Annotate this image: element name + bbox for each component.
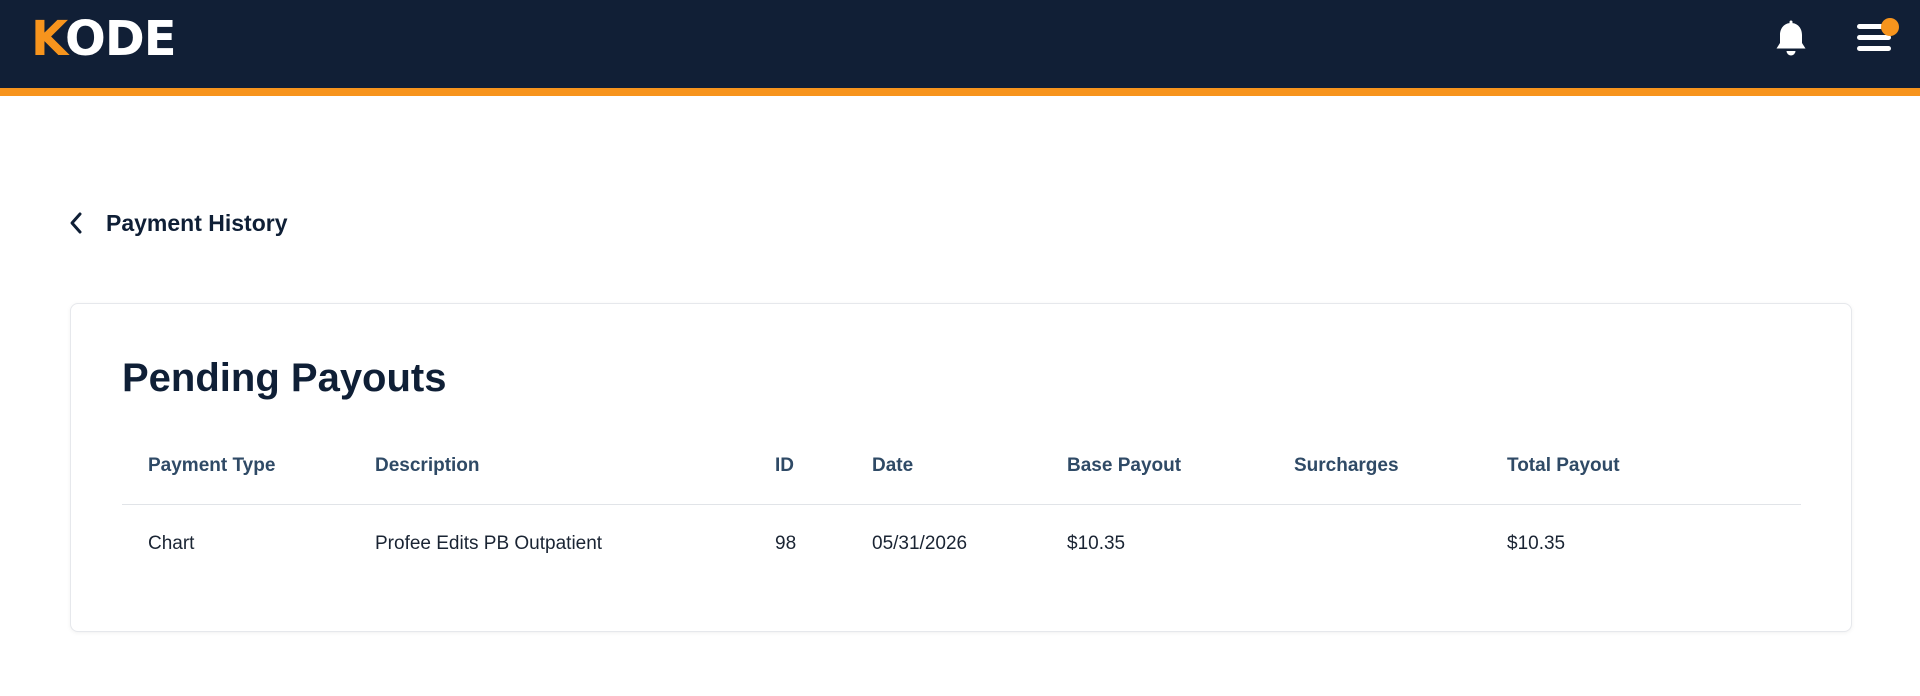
- pending-payouts-card: Pending Payouts Payment Type Description…: [70, 303, 1852, 632]
- notification-dot: [1881, 18, 1899, 36]
- column-header-payment-type: Payment Type: [122, 428, 375, 505]
- kode-logo[interactable]: KODE: [31, 14, 176, 64]
- table-row[interactable]: Chart Profee Edits PB Outpatient 98 05/3…: [122, 504, 1801, 584]
- column-header-total-payout: Total Payout: [1507, 428, 1801, 505]
- cell-date: 05/31/2026: [872, 533, 968, 555]
- top-navbar: KODE: [0, 0, 1920, 96]
- column-header-base-payout: Base Payout: [1067, 428, 1294, 505]
- column-header-surcharges: Surcharges: [1294, 428, 1507, 505]
- column-header-id: ID: [775, 428, 872, 505]
- cell-payment-type: Chart: [148, 533, 195, 555]
- column-header-date: Date: [872, 428, 1067, 505]
- header-accent-bar: [0, 88, 1920, 96]
- bell-icon[interactable]: [1774, 20, 1808, 58]
- cell-description: Profee Edits PB Outpatient: [375, 533, 603, 555]
- cell-total-payout: $10.35: [1507, 533, 1566, 555]
- cell-id: 98: [775, 533, 797, 555]
- hamburger-menu-icon[interactable]: [1855, 16, 1901, 58]
- table-header-row: Payment Type Description ID Date Base Pa…: [122, 428, 1801, 505]
- page-title: Payment History: [106, 209, 288, 236]
- cell-base-payout: $10.35: [1067, 533, 1126, 555]
- chevron-left-icon: [70, 212, 82, 234]
- back-to-payment-history[interactable]: Payment History: [68, 206, 288, 240]
- cell-surcharges: [1294, 504, 1507, 584]
- card-title: Pending Payouts: [122, 356, 447, 400]
- pending-payouts-table: Payment Type Description ID Date Base Pa…: [122, 428, 1801, 584]
- column-header-description: Description: [375, 428, 775, 505]
